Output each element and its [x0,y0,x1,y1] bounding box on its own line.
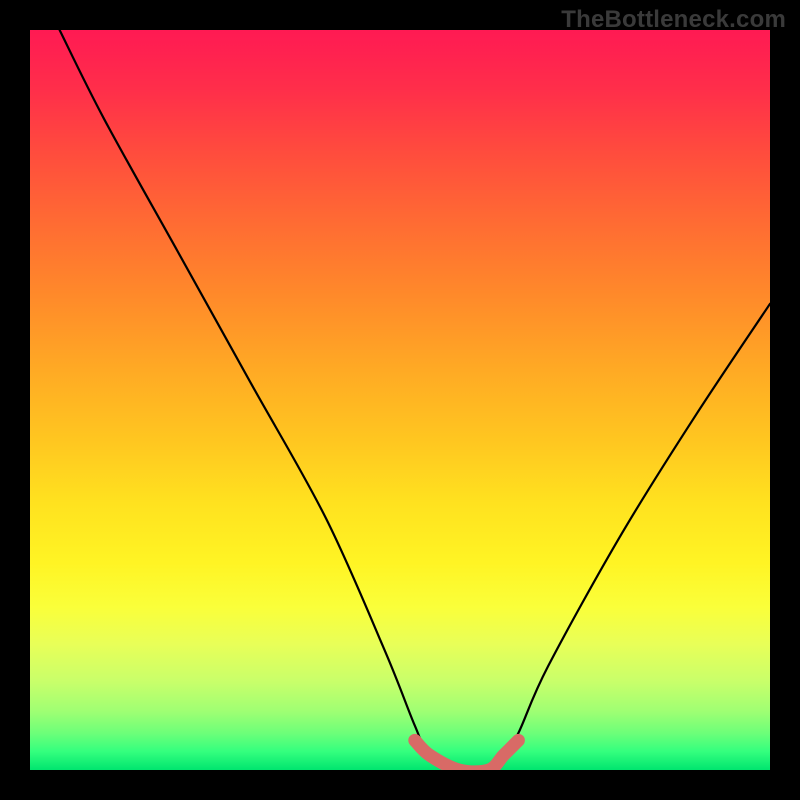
curve-path [60,30,770,770]
bottleneck-curve [30,30,770,770]
chart-frame: TheBottleneck.com [0,0,800,800]
optimal-band [415,740,519,770]
plot-area [30,30,770,770]
